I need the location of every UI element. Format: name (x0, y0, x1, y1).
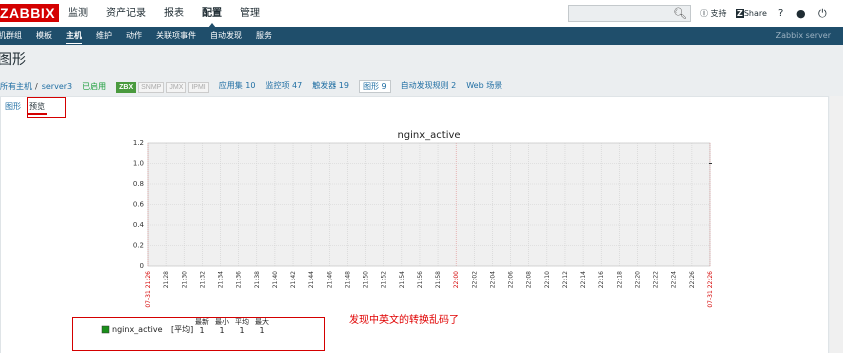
x-tick-label: 21:40 (272, 271, 279, 288)
x-tick-label: 21:34 (218, 271, 225, 288)
x-tick-label: 22:00 (453, 271, 460, 288)
sub-menu-item[interactable]: 维护 (96, 27, 112, 45)
x-tick-label: 21:36 (236, 271, 243, 288)
host-links: 应用集 10 监控项 47 触发器 19 图形 9 自动发现规则 2 Web 场景 (219, 79, 512, 93)
x-tick-label: 07-31 21:26 (145, 271, 152, 308)
x-tick-label: 21:52 (381, 271, 388, 288)
x-tick-label: 22:20 (634, 271, 641, 288)
sub-menu-item[interactable]: 服务 (256, 27, 272, 45)
sub-menu-item[interactable]: 主机 (66, 27, 82, 45)
sub-menu-item[interactable]: 主机群组 (0, 27, 22, 45)
user-profile-icon[interactable]: ● (796, 0, 806, 27)
availability-badges: ZBX SNMP JMX IPMI (116, 81, 219, 93)
x-tick-label: 21:42 (290, 271, 297, 288)
sub-menu: 主机群组模板主机维护动作关联项事件自动发现服务 (0, 27, 286, 45)
x-tick-label: 22:26 (689, 271, 696, 288)
support-icon: Ⓘ (700, 9, 708, 18)
support-link[interactable]: Ⓘ 支持 (700, 0, 727, 27)
y-tick-label: 0 (140, 262, 144, 270)
availability-badge: ZBX (116, 81, 137, 93)
x-tick-label: 21:56 (417, 271, 424, 288)
host-navigation: 所有主机 / server3 已启用 ZBX SNMP JMX IPMI 应用集 10… (0, 78, 843, 94)
host-link-item[interactable]: 图形 9 (358, 79, 391, 93)
main-menu-item[interactable]: 资产记录 (106, 0, 146, 27)
y-tick-label: 0.4 (133, 221, 145, 229)
host-link-item[interactable]: 监控项 47 (265, 80, 302, 93)
logout-icon[interactable]: ⏻ (818, 0, 827, 27)
share-link[interactable]: ZShare (736, 0, 767, 27)
sub-menu-item[interactable]: 关联项事件 (156, 27, 196, 45)
x-tick-label: 21:54 (399, 271, 406, 288)
x-tick-label: 22:18 (616, 271, 623, 288)
x-tick-label: 21:58 (435, 271, 442, 288)
host-link-item[interactable]: 触发器 19 (312, 80, 349, 93)
x-tick-label: 22:08 (526, 271, 533, 288)
x-tick-label: 22:02 (471, 271, 478, 288)
y-tick-label: 0.6 (133, 201, 145, 209)
host-link-item[interactable]: 自动发现规则 2 (401, 80, 457, 93)
sub-menu-item[interactable]: 动作 (126, 27, 142, 45)
x-tick-label: 21:50 (363, 271, 370, 288)
top-header: ZABBIX 监测 资产记录 报表 配置 管理 🔍︎ Ⓘ 支持 ZShare ? ● ⏻ (0, 0, 843, 28)
availability-badge: SNMP (138, 81, 165, 93)
host-link-item[interactable]: Web 场景 (466, 80, 502, 93)
x-tick-label: 07-31 22:26 (707, 271, 714, 308)
host-status[interactable]: 已启用 (82, 81, 106, 92)
main-menu-item[interactable]: 管理 (240, 0, 260, 27)
x-tick-label: 22:10 (544, 271, 551, 288)
main-menu-item[interactable]: 监测 (68, 0, 88, 27)
sub-menu-bar: 主机群组模板主机维护动作关联项事件自动发现服务 Zabbix server (0, 27, 843, 45)
sub-menu-item[interactable]: 模板 (36, 27, 52, 45)
help-icon[interactable]: ? (778, 0, 783, 27)
vertical-scrollbar[interactable] (830, 96, 843, 353)
x-tick-label: 22:12 (562, 271, 569, 288)
search-icon[interactable]: 🔍︎ (673, 7, 687, 20)
all-hosts-link[interactable]: 所有主机 (0, 81, 32, 92)
chart-title: nginx_active (397, 130, 460, 141)
x-tick-label: 22:06 (508, 271, 515, 288)
x-tick-label: 21:28 (163, 271, 170, 288)
y-tick-label: 1.0 (133, 160, 144, 168)
x-tick-label: 22:22 (653, 271, 660, 288)
x-tick-label: 21:30 (181, 271, 188, 288)
page-title: 图形 (0, 52, 26, 68)
y-tick-label: 1.2 (133, 139, 144, 147)
x-tick-label: 22:04 (489, 271, 496, 288)
x-tick-label: 21:38 (254, 271, 261, 288)
x-tick-label: 22:14 (580, 271, 587, 288)
host-link[interactable]: server3 (42, 82, 72, 91)
y-tick-label: 0.8 (133, 180, 144, 188)
share-icon: Z (736, 9, 744, 18)
availability-badge: JMX (166, 81, 187, 93)
x-tick-label: 21:48 (344, 271, 351, 288)
y-tick-label: 0.2 (133, 242, 144, 250)
sub-menu-item[interactable]: 自动发现 (210, 27, 242, 45)
host-link-item[interactable]: 应用集 10 (219, 80, 256, 93)
breadcrumb-separator: / (35, 81, 38, 91)
zabbix-logo[interactable]: ZABBIX (0, 4, 60, 22)
main-menu-item[interactable]: 报表 (164, 0, 184, 27)
x-tick-label: 22:16 (598, 271, 605, 288)
main-menu: 监测 资产记录 报表 配置 管理 (68, 0, 278, 28)
highlight-box-legend (72, 317, 325, 351)
x-tick-label: 22:24 (671, 271, 678, 288)
search-input[interactable]: 🔍︎ (568, 5, 691, 22)
server-label: Zabbix server (775, 31, 831, 40)
main-menu-item[interactable]: 配置 (202, 0, 222, 28)
availability-badge: IPMI (188, 81, 209, 93)
x-tick-label: 21:32 (199, 271, 206, 288)
annotation-text: 发现中英文的转换乱码了 (349, 315, 459, 326)
x-tick-label: 21:46 (326, 271, 333, 288)
x-tick-label: 21:44 (308, 271, 315, 288)
